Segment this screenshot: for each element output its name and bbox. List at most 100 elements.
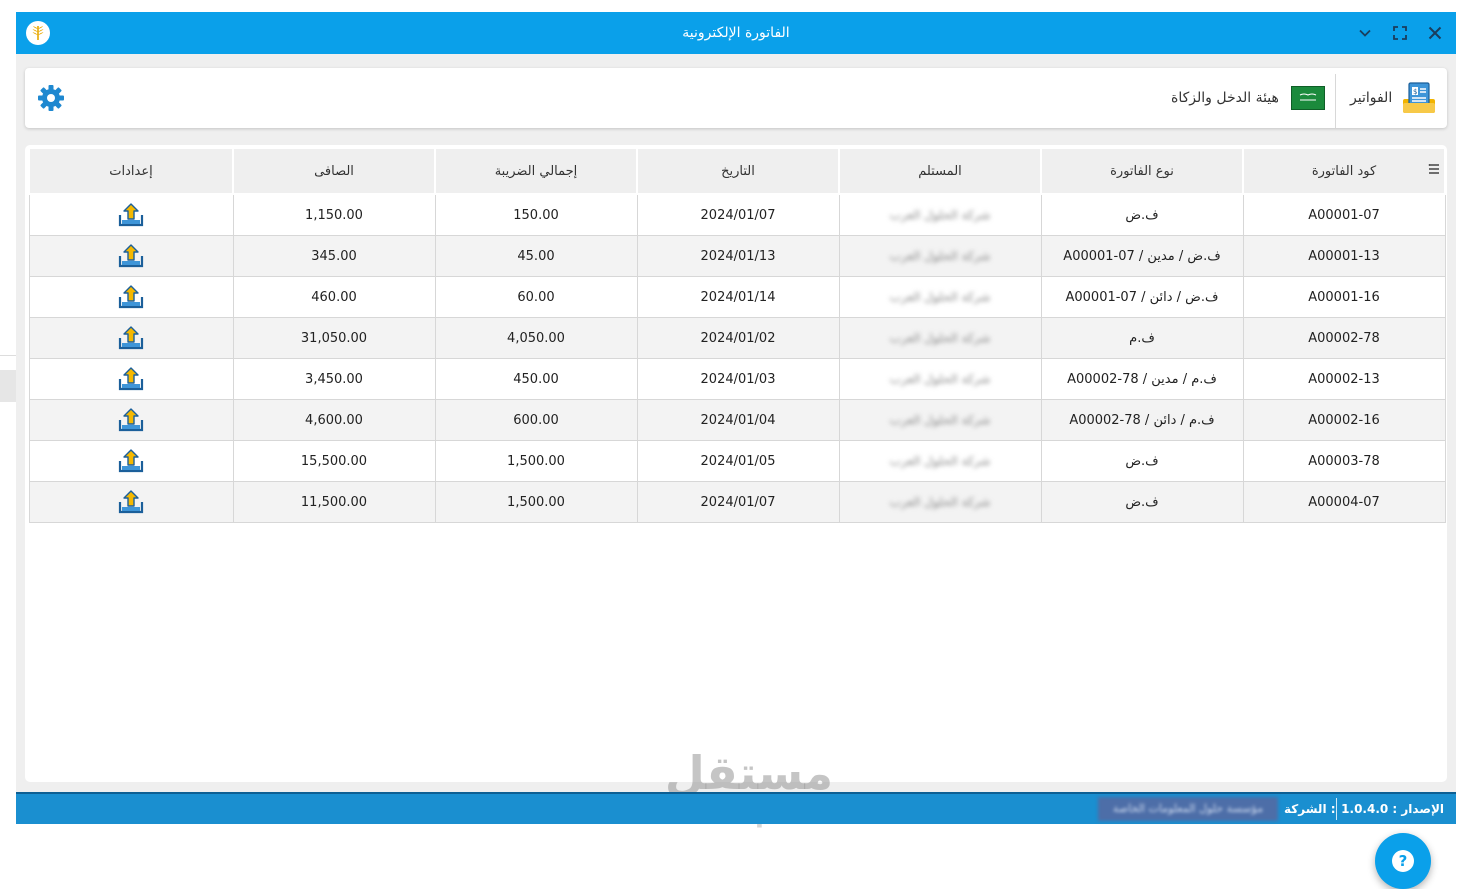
upload-icon[interactable] [118,448,144,474]
cell-receiver-text: شركة الحلول العرب [889,412,991,427]
cell-code-text: A00002-78 [1308,330,1380,346]
upload-icon[interactable] [118,243,144,269]
table-row[interactable]: A00001-13 ف.ض / مدين / A00001-07 شركة الحل… [28,235,1446,277]
table-row[interactable]: A00003-78 ف.ض شركة الحلول العرب 2024/01/05 1… [28,440,1446,482]
column-header-settings[interactable]: إعدادات [28,147,234,195]
cell-type-text: ف.ض [1125,207,1159,223]
column-header-net[interactable]: الصافى [232,147,436,195]
company-label: الشركة : [1284,802,1336,816]
cell-code: A00003-78 [1242,440,1446,482]
cell-date-text: 2024/01/03 [700,371,776,387]
cell-type-text: ف.ض / دائن / A00001-07 [1065,289,1219,305]
cell-type: ف.ض / مدين / A00001-07 [1040,235,1244,277]
table-header-row: كود الفاتورة نوع الفاتورة المستلم التاري… [28,147,1446,195]
column-header-date[interactable]: التاريخ [636,147,840,195]
chevron-down-icon[interactable] [1353,21,1377,45]
cell-type: ف.م [1040,317,1244,359]
cell-settings [28,399,234,441]
cell-tax: 60.00 [434,276,638,318]
close-icon[interactable] [1423,21,1447,45]
version-text: الإصدار : 1.0.4.0 [1341,802,1444,816]
cell-net: 345.00 [232,235,436,277]
cell-tax-text: 1,500.00 [507,453,565,469]
cell-type-text: ف.م [1129,330,1155,346]
title-bar: الفاتورة الإلكترونية [16,12,1456,54]
cell-tax-text: 4,050.00 [507,330,565,346]
column-menu-icon[interactable] [1428,163,1440,175]
cell-type: ف.م / دائن / A00002-78 [1040,399,1244,441]
question-icon: ? [1392,850,1414,872]
gear-icon[interactable] [37,84,65,112]
column-header-type[interactable]: نوع الفاتورة [1040,147,1244,195]
invoices-panel: كود الفاتورة نوع الفاتورة المستلم التاري… [25,145,1447,889]
header-label: الصافى [314,163,354,179]
table-body: A00001-07 ف.ض شركة الحلول العرب 2024/01/07 1… [28,193,1446,523]
cell-code: A00001-16 [1242,276,1446,318]
cell-date-text: 2024/01/07 [700,494,776,510]
maximize-icon[interactable] [1388,21,1412,45]
invoices-menu-item[interactable]: الفواتير $ [1350,68,1436,128]
help-button[interactable]: ? [1375,833,1431,889]
cell-type-text: ف.ض [1125,494,1159,510]
header-label: إعدادات [109,163,153,179]
column-header-tax-total[interactable]: إجمالي الضريبة [434,147,638,195]
upload-icon[interactable] [118,284,144,310]
invoices-label: الفواتير [1350,90,1393,106]
cell-code-text: A00002-13 [1308,371,1380,387]
table-row[interactable]: A00002-78 ف.م شركة الحلول العرب 2024/01/02 4… [28,317,1446,359]
cell-tax-text: 1,500.00 [507,494,565,510]
cell-code-text: A00001-13 [1308,248,1380,264]
cell-net: 11,500.00 [232,481,436,523]
cell-code: A00001-13 [1242,235,1446,277]
cell-settings [28,358,234,400]
header-label: كود الفاتورة [1311,163,1377,179]
authority-menu-item[interactable]: هيئة الدخل والزكاة [1171,68,1325,128]
cell-receiver-text: شركة الحلول العرب [889,248,991,263]
cell-tax: 1,500.00 [434,481,638,523]
cell-net-text: 11,500.00 [300,494,368,510]
cell-type-text: ف.ض / مدين / A00001-07 [1063,248,1221,264]
cell-receiver: شركة الحلول العرب [838,317,1042,359]
upload-icon[interactable] [118,202,144,228]
table-row[interactable]: A00002-16 ف.م / دائن / A00002-78 شركة الحل… [28,399,1446,441]
cell-receiver: شركة الحلول العرب [838,358,1042,400]
cell-code: A00001-07 [1242,193,1446,236]
cell-date: 2024/01/02 [636,317,840,359]
cell-net-text: 4,600.00 [305,412,363,428]
cell-type: ف.ض / دائن / A00001-07 [1040,276,1244,318]
header-label: المستلم [918,163,962,179]
table-row[interactable]: A00002-13 ف.م / مدين / A00002-78 شركة الحل… [28,358,1446,400]
cell-date: 2024/01/03 [636,358,840,400]
cell-net-text: 1,150.00 [305,207,363,223]
upload-icon[interactable] [118,407,144,433]
saudi-flag-icon [1290,86,1325,110]
upload-icon[interactable] [118,325,144,351]
background-divider [0,355,16,356]
column-header-code[interactable]: كود الفاتورة [1242,147,1446,195]
upload-icon[interactable] [118,489,144,515]
cell-net: 460.00 [232,276,436,318]
cell-tax: 4,050.00 [434,317,638,359]
column-header-receiver[interactable]: المستلم [838,147,1042,195]
cell-code: A00002-13 [1242,358,1446,400]
cell-net: 3,450.00 [232,358,436,400]
invoice-icon: $ [1402,81,1436,115]
cell-tax: 450.00 [434,358,638,400]
company-name: مؤسسة حلول المعلومات الخاصة [1098,797,1278,821]
cell-date: 2024/01/05 [636,440,840,482]
upload-icon[interactable] [118,366,144,392]
cell-tax-text: 600.00 [513,412,559,428]
table-row[interactable]: A00001-07 ف.ض شركة الحلول العرب 2024/01/07 1… [28,193,1446,236]
table-row[interactable]: A00001-16 ف.ض / دائن / A00001-07 شركة الحل… [28,276,1446,318]
cell-date: 2024/01/14 [636,276,840,318]
cell-receiver-text: شركة الحلول العرب [889,330,991,345]
table-row[interactable]: A00004-07 ف.ض شركة الحلول العرب 2024/01/07 1… [28,481,1446,523]
cell-code-text: A00003-78 [1308,453,1380,469]
cell-date-text: 2024/01/02 [700,330,776,346]
cell-net-text: 31,050.00 [300,330,368,346]
cell-settings [28,317,234,359]
cell-receiver: شركة الحلول العرب [838,440,1042,482]
cell-date: 2024/01/04 [636,399,840,441]
cell-net: 1,150.00 [232,193,436,236]
cell-date-text: 2024/01/05 [700,453,776,469]
